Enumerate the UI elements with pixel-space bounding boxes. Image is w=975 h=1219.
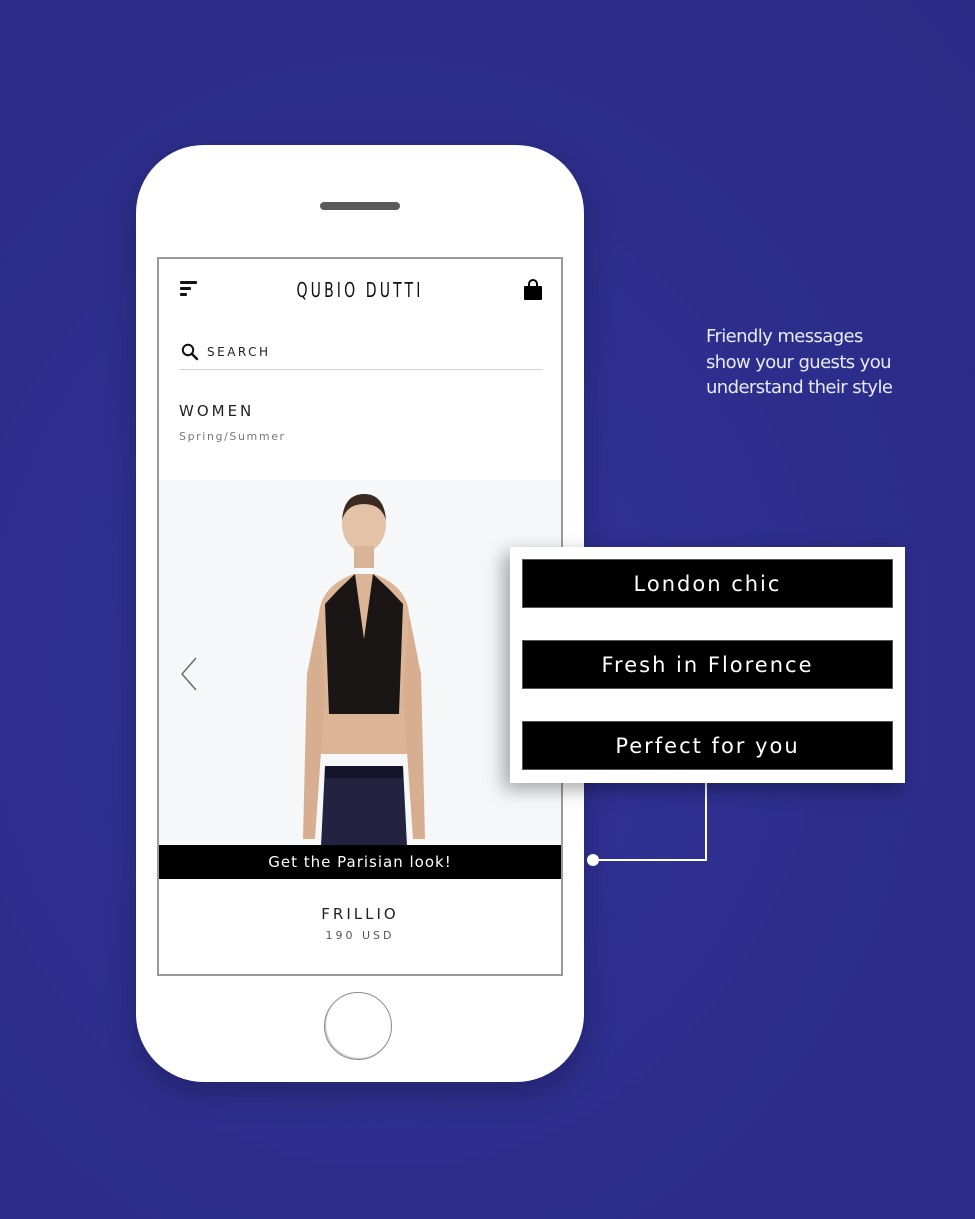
message-option-fresh-in-florence[interactable]: Fresh in Florence — [522, 640, 893, 689]
app-screen: QUBIO DUTTI WOMEN Spring/Summer — [157, 257, 563, 976]
product-name[interactable]: FRILLIO — [159, 905, 561, 923]
brand-logo[interactable]: QUBIO DUTTI — [203, 278, 517, 302]
search-icon — [181, 343, 199, 361]
chevron-left-icon[interactable] — [179, 656, 199, 692]
annotation-text: Friendly messages show your guests you u… — [706, 326, 893, 398]
shopping-bag-icon[interactable] — [523, 279, 543, 301]
message-option-london-chic[interactable]: London chic — [522, 559, 893, 608]
model-photo — [303, 494, 425, 846]
home-button[interactable] — [324, 992, 392, 1060]
promo-message-bar: Get the Parisian look! — [159, 845, 561, 879]
menu-icon[interactable] — [180, 281, 198, 297]
phone-speaker — [320, 202, 400, 210]
search-input[interactable] — [207, 342, 527, 362]
product-image[interactable] — [159, 480, 561, 846]
category-subtitle: Spring/Summer — [179, 430, 286, 443]
category-title: WOMEN — [179, 402, 255, 420]
product-price: 190 USD — [325, 929, 395, 942]
message-option-perfect-for-you[interactable]: Perfect for you — [522, 721, 893, 770]
search-bar[interactable] — [179, 337, 543, 370]
app-header: QUBIO DUTTI — [159, 259, 561, 323]
connector-line — [587, 783, 707, 866]
message-options-card: London chic Fresh in Florence Perfect fo… — [510, 547, 905, 783]
